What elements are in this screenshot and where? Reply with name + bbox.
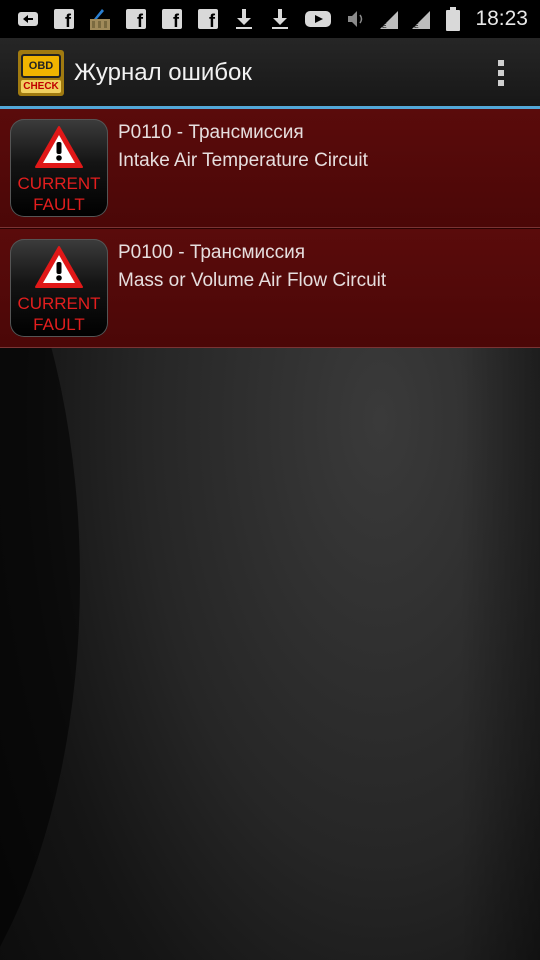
fault-description: Intake Air Temperature Circuit [118, 150, 368, 171]
check-label: CHECK [21, 79, 61, 93]
badge-line1: CURRENT [17, 174, 101, 193]
badge-text: CURRENT FAULT [10, 173, 108, 215]
warning-icon [35, 126, 83, 168]
keyboard-icon [16, 7, 40, 31]
battery-icon [441, 7, 465, 31]
svg-text:E: E [382, 23, 387, 30]
badge-line2: FAULT [33, 315, 85, 334]
overflow-menu-icon[interactable] [498, 59, 504, 86]
fault-code: P0100 - Трансмиссия [118, 242, 306, 263]
badge-text: CURRENT FAULT [10, 293, 108, 335]
system-icons: E E 18:23 [345, 7, 540, 31]
facebook-icon: f [52, 7, 76, 31]
fault-list: CURRENT FAULT P0110 - Трансмиссия Intake… [0, 109, 540, 348]
download-icon [268, 7, 292, 31]
cleaner-icon [88, 7, 112, 31]
action-bar: OBD CHECK Журнал ошибок [0, 38, 540, 107]
facebook-icon: f [196, 7, 220, 31]
app-logo-icon[interactable]: OBD CHECK [18, 49, 64, 96]
fault-list-item[interactable]: CURRENT FAULT P0110 - Трансмиссия Intake… [0, 109, 540, 228]
download-icon [232, 7, 256, 31]
svg-text:E: E [414, 23, 419, 30]
notification-icons: f f f f [0, 7, 332, 31]
obd-label: OBD [21, 53, 61, 78]
status-bar: f f f f E E 18:23 [0, 0, 540, 38]
facebook-icon: f [160, 7, 184, 31]
fault-description: Mass or Volume Air Flow Circuit [118, 270, 387, 291]
page-title: Журнал ошибок [74, 58, 252, 86]
warning-icon [35, 246, 83, 288]
badge-line1: CURRENT [17, 294, 101, 313]
app-screen: f f f f E E 18:23 OBD CHECK Журнал ошибо… [0, 0, 540, 960]
fault-list-item[interactable]: CURRENT FAULT P0100 - Трансмиссия Mass o… [0, 228, 540, 348]
current-fault-badge: CURRENT FAULT [10, 239, 108, 337]
youtube-icon [304, 7, 332, 31]
current-fault-badge: CURRENT FAULT [10, 119, 108, 217]
fault-code: P0110 - Трансмиссия [118, 122, 304, 143]
badge-line2: FAULT [33, 195, 85, 214]
volume-muted-icon [345, 7, 369, 31]
status-clock: 18:23 [475, 7, 528, 30]
facebook-icon: f [124, 7, 148, 31]
signal-icon: E [409, 7, 433, 31]
action-bar-divider [0, 106, 540, 109]
signal-icon: E [377, 7, 401, 31]
